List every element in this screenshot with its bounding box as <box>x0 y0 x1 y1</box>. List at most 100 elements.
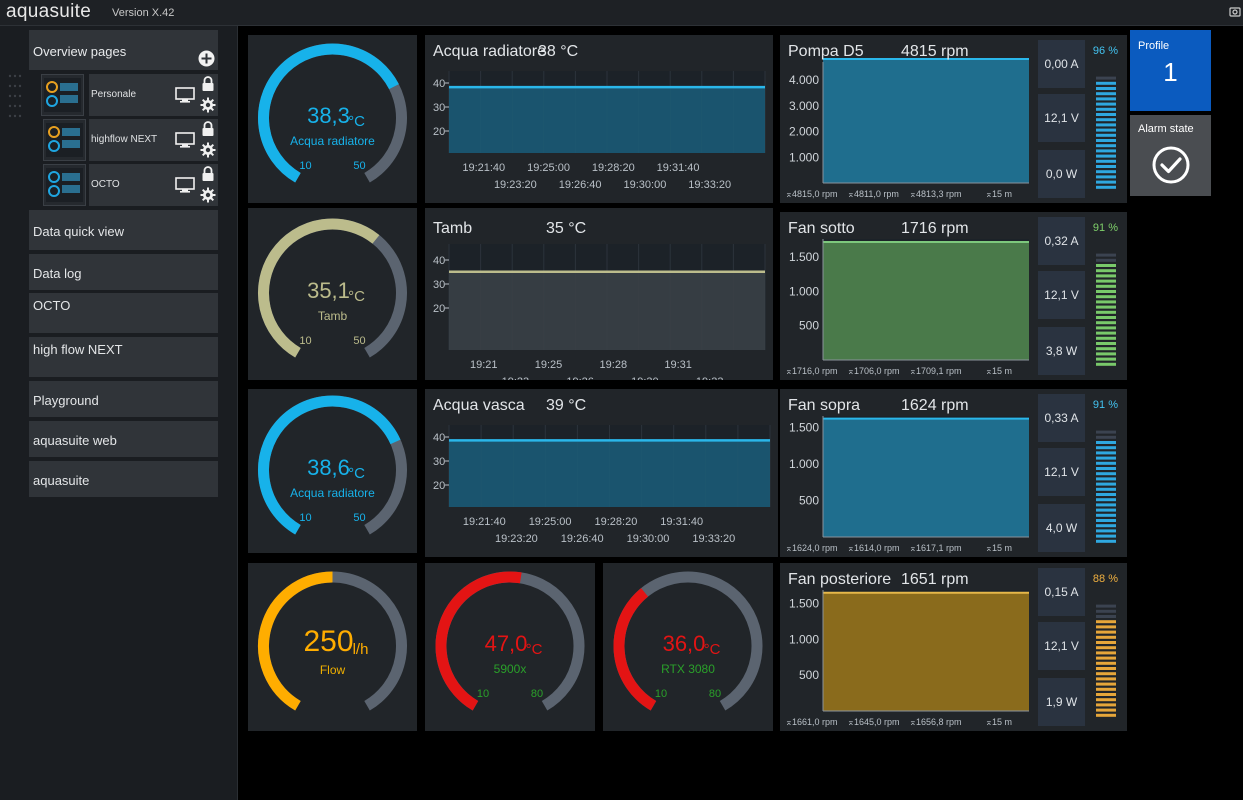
level-segment <box>1096 693 1116 696</box>
gauge-max: 50 <box>353 160 365 172</box>
chart-value: 39 °C <box>546 397 587 414</box>
stat-label: 1624,0 rpm <box>792 543 838 553</box>
nav-data-log[interactable]: Data log <box>29 254 218 290</box>
level-segment <box>1096 357 1116 361</box>
alarm-state-tile[interactable]: Alarm state <box>1130 115 1211 196</box>
level-segment <box>1096 524 1116 528</box>
page-name-cell[interactable]: OCTO <box>89 164 218 206</box>
x-tick-label: 19:21 <box>470 359 498 371</box>
gauge-min: 10 <box>655 688 667 700</box>
level-segment <box>1096 456 1116 460</box>
level-segment <box>1096 604 1116 608</box>
page-name-cell[interactable]: highflow NEXT <box>89 119 218 161</box>
lock-icon[interactable] <box>201 121 215 137</box>
gear-icon[interactable] <box>200 142 216 158</box>
title-bar: aquasuite Version X.42 <box>0 0 1243 26</box>
y-tick-label: 1.000 <box>789 457 819 471</box>
stat-label: 4811,0 rpm <box>854 189 899 199</box>
fan-title: Pompa D5 <box>788 43 864 60</box>
level-segment <box>1096 331 1116 335</box>
lock-icon[interactable] <box>201 76 215 92</box>
page-thumbnail[interactable] <box>43 164 86 206</box>
area-fill <box>823 59 1029 183</box>
y-tick-label: 1.000 <box>789 632 819 646</box>
level-segment <box>1096 347 1116 351</box>
x-tick-label: 19:30:00 <box>627 533 670 545</box>
page-personale[interactable]: Personale <box>29 74 218 116</box>
chart-title: Tamb <box>433 220 473 237</box>
level-segment <box>1096 482 1116 486</box>
x-tick-label: 19:31:40 <box>657 162 700 174</box>
stat-marker: ⌅ <box>785 543 793 553</box>
x-tick-label: 19:26:40 <box>559 179 602 191</box>
x-tick-label: 19:25:00 <box>527 162 570 174</box>
y-tick-label: 20 <box>433 303 445 315</box>
y-tick-label: 30 <box>433 279 445 291</box>
y-tick-label: 1.000 <box>789 284 819 298</box>
monitor-icon[interactable] <box>175 132 195 148</box>
level-segment <box>1096 534 1116 538</box>
nav-aquasuite-web[interactable]: aquasuite web <box>29 421 218 457</box>
nav-playground[interactable]: Playground <box>29 381 218 417</box>
page-thumbnail[interactable] <box>43 119 86 161</box>
voltage-value: 12,1 V <box>1044 465 1079 479</box>
nav-data-quick-view[interactable]: Data quick view <box>29 210 218 250</box>
add-page-icon[interactable] <box>198 50 215 67</box>
gauge-min: 10 <box>299 160 311 172</box>
stat-label: 4813,3 rpm <box>916 189 962 199</box>
profile-tile[interactable]: Profile 1 <box>1130 30 1211 111</box>
level-segment <box>1096 609 1116 613</box>
gear-icon[interactable] <box>200 187 216 203</box>
level-segment <box>1096 123 1116 127</box>
level-segment <box>1096 300 1116 304</box>
stat-marker: ⌅ <box>985 543 993 553</box>
area-fill <box>823 242 1029 360</box>
drag-grip-icon[interactable] <box>6 66 26 136</box>
level-segment <box>1096 352 1116 356</box>
monitor-icon[interactable] <box>175 87 195 103</box>
speed-percent: 96 % <box>1093 45 1118 57</box>
nav-aquasuite[interactable]: aquasuite <box>29 461 218 497</box>
x-tick-label: 19:30 <box>631 376 659 380</box>
x-tick-label: 19:21:40 <box>462 162 505 174</box>
level-segment <box>1096 687 1116 691</box>
power-value: 4,0 W <box>1046 521 1078 535</box>
level-segment <box>1096 92 1116 96</box>
gear-icon[interactable] <box>200 97 216 113</box>
voltage-value: 12,1 V <box>1044 111 1079 125</box>
page-highflow-next[interactable]: highflow NEXT <box>29 119 218 161</box>
chart-value: 38 °C <box>538 43 579 60</box>
lock-icon[interactable] <box>201 166 215 182</box>
gauge-unit: °C <box>348 113 365 130</box>
level-segment <box>1096 133 1116 137</box>
level-segment <box>1096 651 1116 655</box>
stat-marker: ⌅ <box>985 366 993 376</box>
area-fill <box>449 87 765 153</box>
voltage-value: 12,1 V <box>1044 288 1079 302</box>
overview-pages-header[interactable]: Overview pages <box>29 30 218 70</box>
power-value: 1,9 W <box>1046 695 1078 709</box>
y-tick-label: 30 <box>433 456 445 468</box>
page-octo[interactable]: OCTO <box>29 164 218 206</box>
fan-title: Fan posteriore <box>788 571 892 588</box>
gauge-panel-rtx-3080: 36,0 °C RTX 3080 10 80 <box>603 563 773 731</box>
nav-octo[interactable]: OCTO <box>29 293 218 333</box>
nav-high-flow-next[interactable]: high flow NEXT <box>29 337 218 377</box>
screenshot-icon[interactable] <box>1229 5 1241 17</box>
level-segment <box>1096 508 1116 512</box>
monitor-icon[interactable] <box>175 177 195 193</box>
level-segment <box>1096 477 1116 481</box>
chart-title: Acqua vasca <box>433 397 525 414</box>
y-tick-label: 20 <box>433 480 445 492</box>
level-segment <box>1096 667 1116 670</box>
level-segment <box>1096 630 1116 634</box>
level-segment <box>1096 264 1116 267</box>
stat-label: 15 m <box>992 189 1012 199</box>
voltage-value: 12,1 V <box>1044 639 1079 653</box>
speed-percent: 88 % <box>1093 573 1118 585</box>
page-thumbnail[interactable] <box>41 74 84 116</box>
area-fill <box>449 271 765 350</box>
page-name-cell[interactable]: Personale <box>89 74 218 116</box>
level-segment <box>1096 503 1116 507</box>
level-segment <box>1096 316 1116 319</box>
